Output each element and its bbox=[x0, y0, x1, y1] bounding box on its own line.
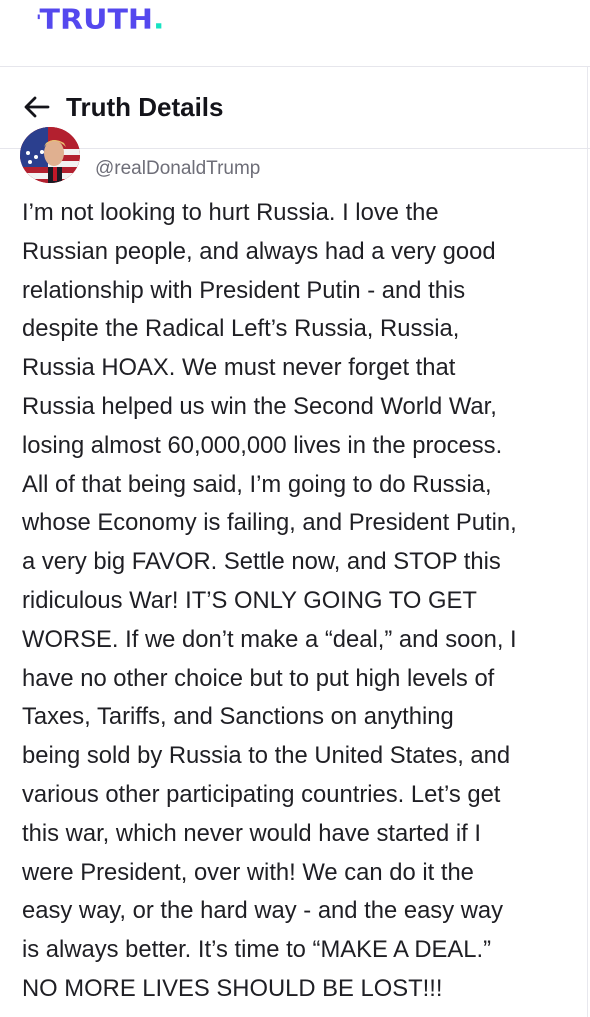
post-text-line: being sold by Russia to the United State… bbox=[22, 742, 511, 770]
post-text-line: ridiculous War! IT’S ONLY GOING TO GET bbox=[22, 586, 477, 614]
post-text-line: Russia helped us win the Second World Wa… bbox=[22, 392, 497, 420]
post-text-line: Taxes, Tariffs, and Sanctions on anythin… bbox=[22, 703, 454, 731]
post-text-line: this war, which never would have started… bbox=[22, 819, 481, 847]
post-text-line: losing almost 60,000,000 lives in the pr… bbox=[22, 431, 503, 459]
post-text-line: WORSE. If we don’t make a “deal,” and so… bbox=[22, 625, 517, 653]
page-header: Truth Details bbox=[0, 66, 590, 149]
logo-text: TRUTH bbox=[39, 3, 154, 37]
logo-dot: . bbox=[153, 3, 165, 37]
post-author-row: @realDonaldTrump bbox=[0, 127, 590, 189]
post-text-line: is always better. It’s time to “MAKE A D… bbox=[22, 936, 492, 964]
post-text-line: a very big FAVOR. Settle now, and STOP t… bbox=[22, 548, 501, 576]
author-handle[interactable]: @realDonaldTrump bbox=[95, 157, 260, 181]
post-text-line: were President, over with! We can do it … bbox=[22, 858, 474, 886]
post-text-line: I’m not looking to hurt Russia. I love t… bbox=[22, 199, 439, 226]
back-button[interactable] bbox=[20, 92, 52, 122]
post-text-line: relationship with President Putin - and … bbox=[22, 276, 466, 304]
top-bar: 'TRUTH. bbox=[0, 0, 590, 67]
post-text-line: Russia HOAX. We must never forget that bbox=[22, 354, 456, 382]
avatar-image bbox=[20, 127, 80, 183]
post-text-line: All of that being said, I’m going to do … bbox=[22, 470, 492, 498]
truth-logo[interactable]: 'TRUTH. bbox=[36, 2, 164, 39]
post-text-line: various other participating countries. L… bbox=[22, 780, 501, 808]
post-text-line: whose Economy is failing, and President … bbox=[22, 509, 517, 537]
post-text-line: easy way, or the hard way - and the easy… bbox=[22, 897, 504, 925]
post-body: I’m not looking to hurt Russia. I love t… bbox=[22, 194, 572, 1009]
post-text-line: have no other choice but to put high lev… bbox=[22, 664, 495, 692]
page-title: Truth Details bbox=[66, 92, 224, 122]
post-text-line: Russian people, and always had a very go… bbox=[22, 237, 496, 265]
post-text-line: despite the Radical Left’s Russia, Russi… bbox=[22, 315, 460, 343]
avatar[interactable] bbox=[20, 127, 80, 183]
post-text-line: NO MORE LIVES SHOULD BE LOST!!! bbox=[22, 974, 443, 1002]
arrow-left-icon bbox=[24, 96, 50, 118]
